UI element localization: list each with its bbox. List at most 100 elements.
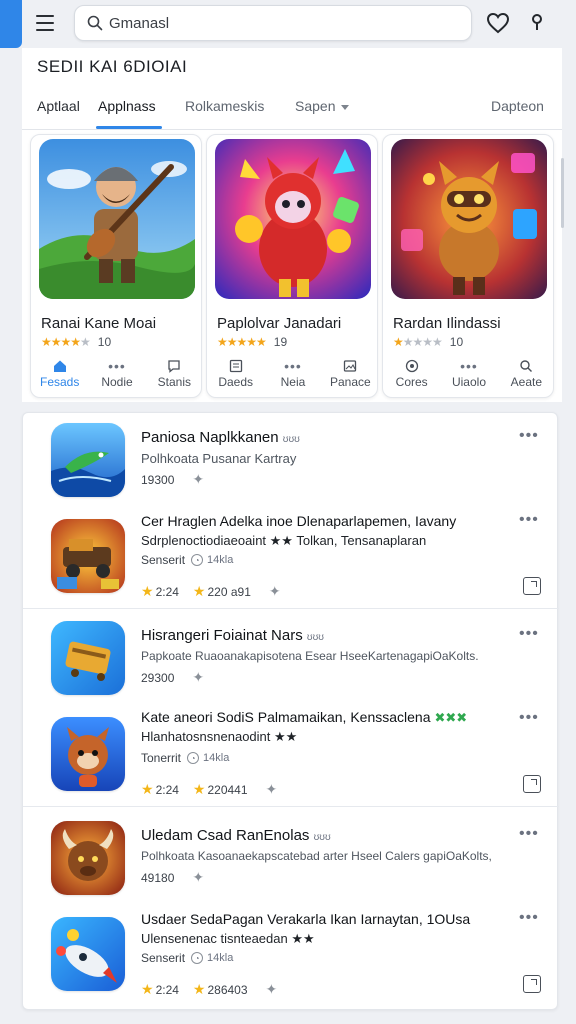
clock-icon: ◔	[191, 952, 204, 964]
home-icon	[53, 360, 66, 372]
app-icon-truck	[51, 519, 125, 593]
version-badge: ◔ 14kla	[191, 952, 233, 964]
more-options-icon[interactable]: •••	[519, 511, 539, 529]
action-neia[interactable]: ••• Neia	[264, 357, 321, 397]
star-icon: ★	[141, 583, 154, 599]
card-actions: Fesads ••• Nodie Stanis	[31, 357, 201, 397]
search-icon	[87, 15, 103, 31]
featured-row: Ranai Kane Moai ★★★★★ 10 Fesads ••• Nodi…	[22, 130, 562, 402]
action-label: Fesads	[39, 375, 80, 389]
rating: ★★★★★ 19	[217, 335, 287, 349]
action-label: Uiaolo	[451, 375, 486, 389]
tab-rolkameskis[interactable]: Rolkameskis	[185, 98, 264, 114]
pin-icon[interactable]: ✦	[266, 981, 278, 998]
featured-title: Rardan Ilindassi	[393, 315, 501, 332]
pin-icon[interactable]: ✦	[192, 471, 204, 488]
star-rating-icon: ★★★★★	[217, 335, 267, 349]
list-item[interactable]: Hisrangeri Foiainat Nars ʊʊʊ Papkoate Ru…	[23, 611, 559, 711]
featured-card[interactable]: Ranai Kane Moai ★★★★★ 10 Fesads ••• Nodi…	[30, 134, 202, 398]
drawer-edge-tab[interactable]	[0, 0, 22, 48]
list-item[interactable]: Cer Hraglen Adelka inoe Dlenaparlapemen,…	[23, 509, 559, 609]
more-options-icon[interactable]: •••	[519, 427, 539, 445]
open-external-icon[interactable]	[523, 775, 541, 793]
app-subtitle: Ulensenenac tisnteaedan ★★	[141, 931, 315, 946]
action-label: Stanis	[157, 375, 191, 389]
header-card: SEDII KAI 6DIOIAI Aptlaal Applnass Rolka…	[22, 48, 562, 130]
open-external-icon[interactable]	[523, 577, 541, 595]
action-aeate[interactable]: Aeate	[498, 357, 553, 397]
star-rating-icon: ★★★★★	[393, 335, 443, 349]
notification-icon[interactable]	[528, 12, 546, 34]
featured-title: Ranai Kane Moai	[41, 315, 157, 332]
more-options-icon[interactable]: •••	[519, 709, 539, 727]
tab-dapteon[interactable]: Dapteon	[491, 98, 544, 114]
star-icon: ★	[141, 981, 154, 997]
rating: ★★★★★ 10	[393, 335, 463, 349]
list-item[interactable]: Usdaer SedaPagan Verakarla Ikan Iarnayta…	[23, 907, 559, 1007]
active-tab-indicator	[96, 126, 162, 129]
action-label: Aeate	[510, 375, 542, 389]
search-bar[interactable]	[74, 5, 472, 41]
action-label: Cores	[395, 375, 428, 389]
action-nodie[interactable]: ••• Nodie	[88, 357, 145, 397]
rating-count: 10	[97, 335, 112, 349]
tab-sapen-label: Sapen	[295, 98, 336, 114]
pin-icon[interactable]: ✦	[192, 669, 204, 686]
version-badge: ◔ 14kla	[191, 554, 233, 566]
featured-card[interactable]: Paplolvar Janadari ★★★★★ 19 Daeds ••• Ne…	[206, 134, 378, 398]
search-input[interactable]	[109, 14, 449, 32]
star-icon: ★	[141, 781, 154, 797]
search-icon	[520, 360, 533, 372]
rating-count: 10	[449, 335, 464, 349]
action-daeds[interactable]: Daeds	[207, 357, 264, 397]
heart-icon[interactable]	[486, 12, 510, 34]
app-subtitle: Polhkoata Pusanar Kartray	[141, 451, 297, 466]
app-icon-squirrel	[51, 717, 125, 791]
top-bar	[0, 0, 576, 48]
hamburger-menu-icon[interactable]	[36, 15, 54, 31]
action-uiaolo[interactable]: ••• Uiaolo	[440, 357, 497, 397]
version-badge: ◔ 14kla	[187, 752, 229, 764]
pin-icon[interactable]: ✦	[266, 781, 278, 798]
app-icon-rocket	[51, 917, 125, 991]
app-name: Paniosa Naplkkanen ʊʊʊ	[141, 429, 300, 446]
app-name: Usdaer SedaPagan Verakarla Ikan Iarnayta…	[141, 911, 471, 927]
app-meta: Tonerrit ◔ 14kla	[141, 751, 230, 765]
star-icon: ★	[192, 583, 206, 599]
action-panace[interactable]: Panace	[322, 357, 377, 397]
app-meta: Senserit ◔ 14kla	[141, 553, 234, 567]
more-options-icon[interactable]: •••	[519, 825, 539, 843]
open-external-icon[interactable]	[523, 975, 541, 993]
app-subtitle: Polhkoata Kasoanaekapscatebad arter Hsee…	[141, 849, 492, 863]
stats-row: ★ 2:24 ★ 220441 ✦	[141, 781, 278, 798]
stats-row: ★ 2:24 ★ 286403 ✦	[141, 981, 278, 998]
app-meta: 19300 ✦	[141, 471, 205, 488]
tab-aptlaal[interactable]: Aptlaal	[37, 98, 80, 114]
app-subtitle: Sdrplenoctiodiaeoaint ★★ Tolkan, Tensana…	[141, 533, 427, 548]
more-options-icon[interactable]: •••	[519, 625, 539, 643]
more-dots-icon: •••	[108, 358, 126, 374]
action-stanis[interactable]: Stanis	[146, 357, 201, 397]
game-art-red-hero	[215, 139, 371, 299]
app-subtitle: Papkoate Ruaoanakapisotena Esear HseeKar…	[141, 649, 479, 663]
pin-icon[interactable]: ✦	[269, 583, 281, 600]
list-item[interactable]: Kate aneori SodiS Palmamaikan, Kenssacle…	[23, 707, 559, 807]
stats-row: ★ 2:24 ★ 220 a91 ✦	[141, 583, 281, 600]
tab-sapen-dropdown[interactable]: Sapen	[295, 98, 350, 114]
card-actions: Cores ••• Uiaolo Aeate	[383, 357, 553, 397]
more-options-icon[interactable]: •••	[519, 909, 539, 927]
game-art-robot-cat	[391, 139, 547, 299]
more-dots-icon: •••	[460, 358, 478, 374]
pin-icon[interactable]: ✦	[192, 869, 204, 886]
more-dots-icon: •••	[284, 358, 302, 374]
scrollbar-thumb[interactable]	[561, 158, 564, 228]
list-item[interactable]: Paniosa Naplkkanen ʊʊʊ Polhkoata Pusanar…	[23, 413, 559, 513]
action-cores[interactable]: Cores	[383, 357, 440, 397]
featured-card[interactable]: Rardan Ilindassi ★★★★★ 10 Cores ••• Uiao…	[382, 134, 554, 398]
clock-icon: ◔	[187, 752, 200, 764]
app-icon-box	[51, 621, 125, 695]
list-item[interactable]: Uledam Csad RanEnolas ʊʊʊ Polhkoata Kaso…	[23, 811, 559, 911]
tab-applnass[interactable]: Applnass	[98, 98, 156, 114]
featured-title: Paplolvar Janadari	[217, 315, 342, 332]
action-fesads[interactable]: Fesads	[31, 357, 88, 397]
